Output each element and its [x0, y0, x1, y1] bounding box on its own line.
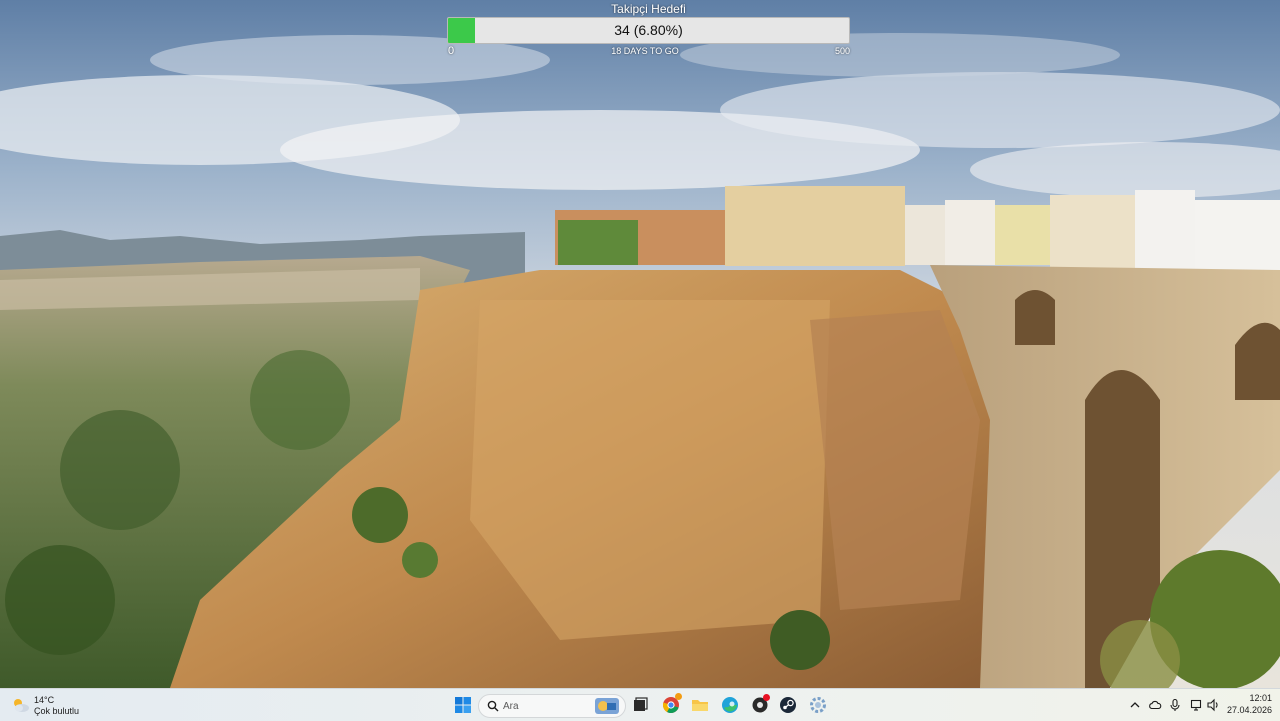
goal-progress-bar: 34 (6.80%) [447, 17, 850, 44]
start-button[interactable] [451, 693, 475, 717]
cloud-icon[interactable] [1148, 698, 1162, 712]
file-explorer-button[interactable] [688, 693, 712, 717]
chrome-button[interactable] [659, 693, 683, 717]
weather-description: Çok bulutlu [34, 706, 80, 716]
goal-count-text: 34 (6.80%) [614, 22, 683, 38]
notification-badge [675, 693, 682, 700]
task-view-button[interactable] [628, 693, 652, 717]
file-explorer-icon [692, 700, 708, 711]
goal-max-label: 500 [834, 46, 850, 56]
taskbar-clock[interactable]: 12:01 27.04.2026 [1226, 693, 1272, 717]
windows-logo-icon [455, 697, 471, 713]
notification-badge [763, 694, 770, 701]
edge-icon [722, 697, 738, 713]
weather-widget[interactable]: 14°C Çok bulutlu [10, 693, 100, 717]
steam-button[interactable] [776, 693, 800, 717]
steam-icon [780, 697, 796, 713]
microphone-icon[interactable] [1168, 698, 1182, 712]
desktop-wallpaper [0, 0, 1280, 688]
settings-icon [810, 697, 826, 713]
follower-goal-widget: Takipçi Hedefi 34 (6.80%) 0 18 DAYS TO G… [447, 0, 850, 60]
weather-temperature: 14°C [34, 695, 55, 705]
edge-button[interactable] [718, 693, 742, 717]
goal-title: Takipçi Hedefi [611, 2, 686, 16]
partly-cloudy-icon [14, 699, 29, 712]
settings-button[interactable] [806, 693, 830, 717]
clock-date: 27.04.2026 [1226, 705, 1272, 715]
app-button[interactable] [748, 693, 772, 717]
speaker-icon[interactable] [1206, 698, 1220, 712]
search-input[interactable] [503, 698, 583, 714]
taskbar-search-box[interactable] [478, 694, 626, 718]
search-highlight-icon [595, 698, 619, 714]
task-view-icon [634, 697, 648, 711]
clock-time: 12:01 [1249, 693, 1272, 703]
goal-days-remaining: 18 DAYS TO GO [611, 46, 679, 56]
search-icon [487, 700, 499, 712]
taskbar: 14°C Çok bulutlu Ara 12:01 27.04.2026 [0, 688, 1280, 721]
chevron-up-icon[interactable] [1128, 698, 1142, 712]
network-icon[interactable] [1190, 698, 1204, 712]
